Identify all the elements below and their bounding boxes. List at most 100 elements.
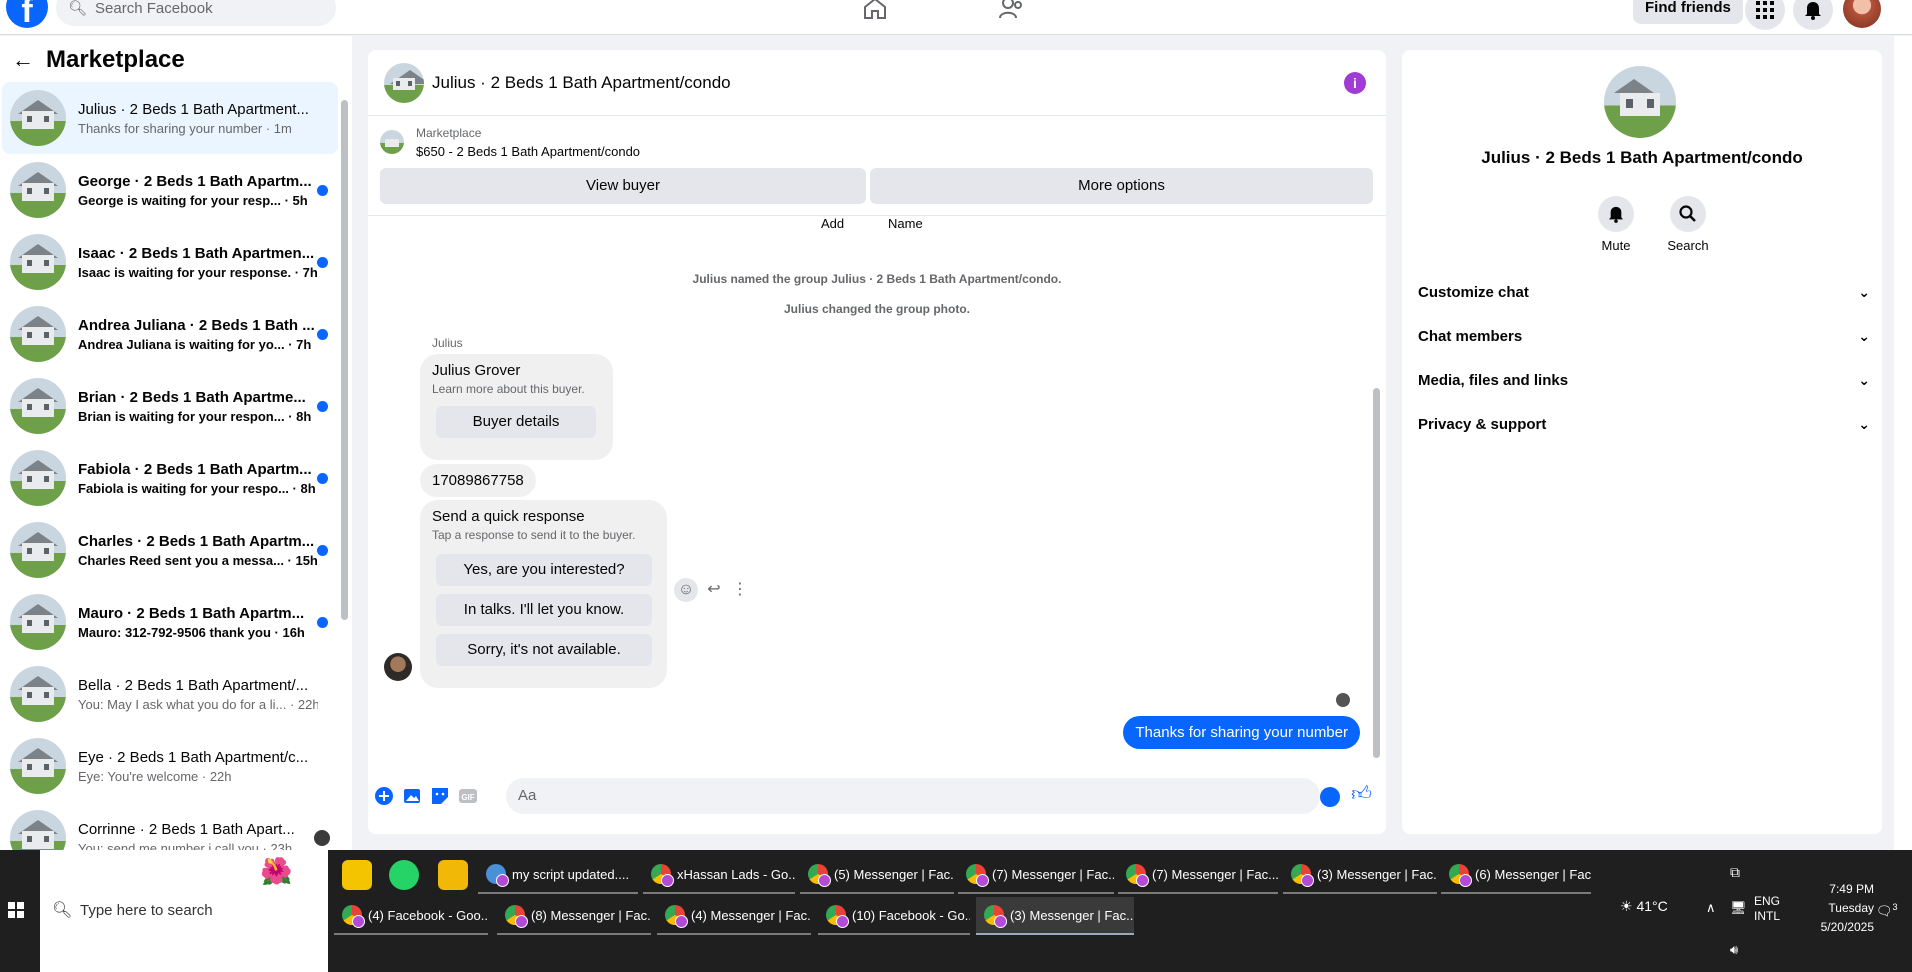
- whatsapp-icon[interactable]: [389, 860, 419, 890]
- view-buyer-button[interactable]: View buyer: [380, 168, 866, 204]
- taskbar-window-button[interactable]: (8) Messenger | Fac...: [497, 897, 651, 935]
- weather-widget[interactable]: ☀︎ 41°C: [1620, 898, 1668, 915]
- taskbar-window-button[interactable]: (4) Facebook - Goo...: [334, 897, 488, 935]
- mute-label: Mute: [1601, 238, 1631, 253]
- quick-reply-interested-button[interactable]: Yes, are you interested?: [436, 554, 652, 586]
- react-emoji-icon[interactable]: ☺: [674, 578, 698, 602]
- more-actions-icon[interactable]: ⋮: [728, 578, 752, 602]
- buyer-avatar[interactable]: [384, 653, 412, 681]
- notifications-bell-icon[interactable]: [1793, 0, 1833, 30]
- chat-title[interactable]: Julius · 2 Beds 1 Bath Apartment/condo: [432, 73, 731, 93]
- clock-day: Tuesday: [1828, 901, 1874, 915]
- taskbar-window-button[interactable]: (5) Messenger | Fac...: [800, 856, 954, 894]
- conversation-snippet: Mauro: 312-792-9506 thank you · 16h: [78, 624, 305, 640]
- taskbar-window-button[interactable]: (7) Messenger | Fac...: [958, 856, 1114, 894]
- more-options-button[interactable]: More options: [870, 168, 1373, 204]
- menu-grid-icon[interactable]: [1745, 0, 1785, 30]
- notification-center-icon[interactable]: 🗨︎3: [1876, 902, 1898, 919]
- volume-icon[interactable]: 🔊︎: [1730, 942, 1738, 958]
- conversation-item[interactable]: Eye · 2 Beds 1 Bath Apartment/c... Eye: Y…: [2, 730, 338, 802]
- conversation-item[interactable]: Bella · 2 Beds 1 Bath Apartment/... You: …: [2, 658, 338, 730]
- info-icon[interactable]: i: [1344, 72, 1366, 94]
- chevron-down-icon: ⌄: [1858, 415, 1870, 432]
- conversation-name: Isaac · 2 Beds 1 Bath Apartmen...: [78, 244, 315, 262]
- clock[interactable]: 7:49 PM Tuesday 5/20/2025: [1796, 880, 1874, 937]
- friends-icon[interactable]: [998, 0, 1028, 22]
- start-button[interactable]: [0, 850, 40, 972]
- conversation-name: Bella · 2 Beds 1 Bath Apartment/...: [78, 676, 309, 694]
- taskbar-window-title: (3) Messenger | Fac...: [1317, 866, 1437, 882]
- scrollbar-thumb[interactable]: [1373, 388, 1380, 758]
- taskbar-window-button[interactable]: (10) Facebook - Go...: [818, 897, 970, 935]
- taskbar-window-title: xHassan Lads - Go...: [677, 866, 795, 882]
- facebook-logo[interactable]: f: [6, 0, 48, 30]
- listing-thumbnail: [10, 810, 66, 850]
- taskbar-window-button[interactable]: (4) Messenger | Fac...: [657, 897, 811, 935]
- chat-members-row[interactable]: Chat members ⌄: [1418, 314, 1870, 358]
- home-icon[interactable]: [862, 0, 892, 22]
- search-chat-button[interactable]: Search: [1658, 196, 1718, 253]
- conversation-item[interactable]: Charles · 2 Beds 1 Bath Apartm... Charles…: [2, 514, 338, 586]
- language-indicator[interactable]: ENG INTL: [1754, 894, 1780, 924]
- plus-icon[interactable]: [374, 786, 394, 806]
- tray-chevron-up-icon[interactable]: ∧: [1706, 900, 1716, 916]
- emoji-icon[interactable]: [1320, 787, 1340, 807]
- profile-avatar[interactable]: [1843, 0, 1881, 28]
- marketplace-label: Marketplace: [416, 126, 482, 140]
- search-input[interactable]: 🔍︎ Search Facebook: [56, 0, 336, 26]
- find-friends-button[interactable]: Find friends: [1633, 0, 1743, 24]
- taskbar-search-box[interactable]: 🔍︎ Type here to search 🌺: [40, 850, 328, 972]
- chat-scrollbar[interactable]: [1370, 218, 1382, 766]
- conversation-text: Julius · 2 Beds 1 Bath Apartment... Thank…: [78, 101, 318, 136]
- conversation-item[interactable]: Isaac · 2 Beds 1 Bath Apartmen... Isaac i…: [2, 226, 338, 298]
- photo-icon[interactable]: [402, 786, 422, 806]
- conversation-item[interactable]: Mauro · 2 Beds 1 Bath Apartm... Mauro: 31…: [2, 586, 338, 658]
- taskbar-window-title: (7) Messenger | Fac...: [1152, 866, 1278, 882]
- thumbs-up-icon[interactable]: 👍︎: [1351, 782, 1372, 806]
- reply-icon[interactable]: ↩: [702, 578, 726, 602]
- mute-button[interactable]: Mute: [1586, 196, 1646, 253]
- gif-icon[interactable]: GIF: [458, 786, 478, 806]
- group-avatar[interactable]: [1604, 66, 1676, 138]
- keyboard-layout: INTL: [1754, 909, 1781, 923]
- quick-reply-in-talks-button[interactable]: In talks. I'll let you know.: [436, 594, 652, 626]
- privacy-support-row[interactable]: Privacy & support ⌄: [1418, 402, 1870, 446]
- phone-message-bubble[interactable]: 17089867758: [420, 464, 536, 497]
- network-icon[interactable]: 🖥︎: [1730, 900, 1747, 916]
- page-scrollbar[interactable]: [1894, 36, 1912, 850]
- listing-price-title[interactable]: $650 - 2 Beds 1 Bath Apartment/condo: [416, 144, 640, 159]
- buyer-details-button[interactable]: Buyer details: [436, 406, 596, 438]
- conversation-snippet: Fabiola is waiting for your respo... · 8…: [78, 480, 316, 496]
- conversation-item[interactable]: Brian · 2 Beds 1 Bath Apartme... Brian is…: [2, 370, 338, 442]
- message-input[interactable]: Aa: [506, 778, 1320, 814]
- chat-avatar[interactable]: [384, 62, 424, 103]
- chrome-icon: [342, 905, 365, 928]
- my-message-bubble[interactable]: Thanks for sharing your number: [1123, 716, 1360, 749]
- group-name: Julius · 2 Beds 1 Bath Apartment/condo: [1481, 148, 1803, 167]
- taskbar-window-button[interactable]: (3) Messenger | Fac...: [1283, 856, 1437, 894]
- scrollbar-thumb[interactable]: [341, 100, 348, 620]
- file-explorer-icon[interactable]: [438, 860, 468, 890]
- conversation-item[interactable]: Julius · 2 Beds 1 Bath Apartment... Thank…: [2, 82, 338, 154]
- media-files-links-row[interactable]: Media, files and links ⌄: [1418, 358, 1870, 402]
- customize-chat-row[interactable]: Customize chat ⌄: [1418, 270, 1870, 314]
- taskbar-window-button[interactable]: my script updated....: [478, 856, 638, 894]
- conversation-item[interactable]: George · 2 Beds 1 Bath Apartm... George i…: [2, 154, 338, 226]
- taskbar-window-button[interactable]: (3) Messenger | Fac...: [976, 897, 1134, 935]
- conversation-item[interactable]: Andrea Juliana · 2 Beds 1 Bath ... Andrea…: [2, 298, 338, 370]
- quick-reply-not-available-button[interactable]: Sorry, it's not available.: [436, 634, 652, 666]
- conversation-list: Julius · 2 Beds 1 Bath Apartment... Thank…: [0, 82, 340, 850]
- sidebar-scrollbar[interactable]: [340, 86, 348, 846]
- conversation-text: Bella · 2 Beds 1 Bath Apartment/... You: …: [78, 677, 318, 712]
- task-view-icon[interactable]: ⧉: [1730, 864, 1740, 881]
- conversation-text: Andrea Juliana · 2 Beds 1 Bath ... Andrea…: [78, 317, 318, 352]
- taskbar-window-button[interactable]: (7) Messenger | Fac...: [1118, 856, 1278, 894]
- conversation-item[interactable]: Corrinne · 2 Beds 1 Bath Apart... You: se…: [2, 802, 338, 850]
- back-arrow-icon[interactable]: ←: [12, 47, 34, 73]
- taskbar-window-button[interactable]: xHassan Lads - Go...: [643, 856, 795, 894]
- conversation-item[interactable]: Fabiola · 2 Beds 1 Bath Apartm... Fabiola…: [2, 442, 338, 514]
- sticky-notes-icon[interactable]: [342, 860, 372, 890]
- sender-name: Julius: [432, 336, 463, 350]
- sticker-icon[interactable]: [430, 786, 450, 806]
- taskbar-window-button[interactable]: (6) Messenger | Fac...: [1441, 856, 1591, 894]
